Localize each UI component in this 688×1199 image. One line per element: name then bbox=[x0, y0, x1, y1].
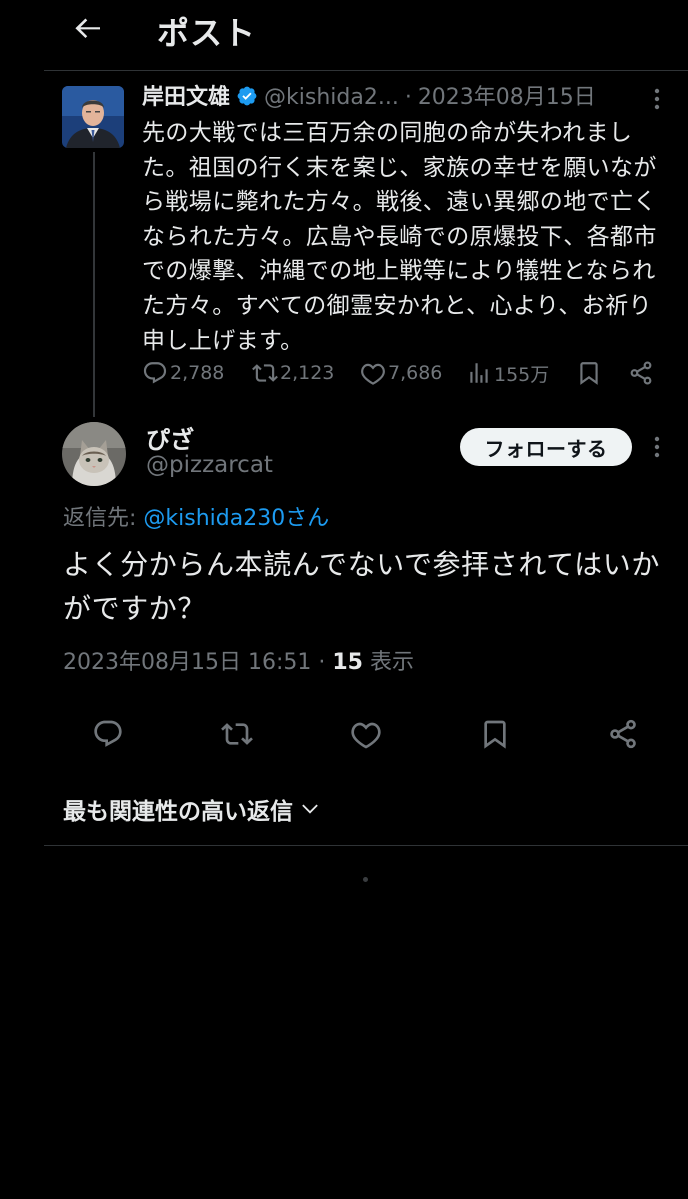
avatar-pizzarcat[interactable] bbox=[62, 422, 126, 486]
reply-to-line: 返信先: @kishida230さん bbox=[63, 500, 329, 532]
share-icon bbox=[630, 361, 652, 385]
reply-timestamp[interactable]: 2023年08月15日 16:51 bbox=[63, 650, 311, 675]
bookmark-icon bbox=[580, 362, 598, 385]
share-button[interactable] bbox=[628, 356, 656, 390]
reply-to-link[interactable]: @kishida230さん bbox=[143, 506, 329, 531]
author-handle[interactable]: @kishida2... bbox=[264, 85, 399, 110]
bookmark-button[interactable] bbox=[475, 714, 515, 754]
repost-button[interactable] bbox=[217, 714, 257, 754]
tweet-date[interactable]: 2023年08月15日 bbox=[418, 85, 596, 110]
avatar-kishida[interactable] bbox=[62, 86, 124, 148]
reply-button[interactable]: 2,788 bbox=[142, 356, 224, 390]
separator-dot: · bbox=[318, 650, 326, 675]
follow-button[interactable]: フォローする bbox=[460, 428, 632, 466]
repost-icon bbox=[252, 364, 278, 382]
repost-button[interactable]: 2,123 bbox=[252, 356, 334, 390]
reply-button[interactable] bbox=[88, 714, 128, 754]
arrow-left-icon bbox=[75, 18, 100, 39]
reply-author-handle[interactable]: @pizzarcat bbox=[146, 452, 273, 478]
bar-chart-icon bbox=[470, 363, 488, 383]
view-count: 155万 bbox=[494, 363, 550, 386]
thread-connector-line bbox=[93, 152, 95, 417]
share-icon bbox=[610, 719, 636, 749]
original-tweet-header: 岸田文雄 @kishida2... · 2023年08月15日 bbox=[142, 82, 672, 114]
reply-author-name[interactable]: ぴざ bbox=[146, 420, 194, 455]
reply-to-label: 返信先: bbox=[63, 506, 137, 531]
more-vertical-icon bbox=[654, 436, 660, 458]
reply-count: 2,788 bbox=[170, 362, 225, 384]
more-options-button[interactable] bbox=[650, 86, 664, 112]
repost-icon bbox=[221, 723, 253, 745]
replies-sort-label: 最も関連性の高い返信 bbox=[63, 799, 293, 825]
top-bar: ポスト bbox=[0, 0, 688, 56]
like-button[interactable] bbox=[346, 714, 386, 754]
original-tweet-text: 先の大戦では三百万余の同胞の命が失われました。祖国の行く末を案じ、家族の幸せを願… bbox=[142, 120, 657, 354]
speech-bubble-icon bbox=[143, 362, 167, 384]
divider bbox=[44, 845, 688, 846]
reply-more-options-button[interactable] bbox=[650, 434, 664, 460]
back-button[interactable] bbox=[70, 10, 106, 46]
replies-sort-dropdown[interactable]: 最も関連性の高い返信 bbox=[63, 792, 321, 826]
heart-icon bbox=[351, 722, 381, 749]
reply-tweet-text: よく分からん本読んでないで参拝されてはいかがですか？ bbox=[63, 548, 660, 625]
reply-view-label: 表示 bbox=[370, 650, 415, 675]
share-button[interactable] bbox=[603, 714, 643, 754]
reply-tweet-actions bbox=[60, 714, 660, 754]
loading-indicator bbox=[363, 877, 368, 882]
chevron-down-icon bbox=[302, 804, 318, 814]
reply-view-count: 15 bbox=[332, 650, 363, 675]
original-tweet-actions: 2,788 2,123 7,686 155万 bbox=[142, 356, 670, 390]
repost-count: 2,123 bbox=[280, 362, 335, 384]
views-button[interactable]: 155万 bbox=[466, 356, 549, 390]
separator-dot: · bbox=[404, 85, 412, 110]
speech-bubble-icon bbox=[94, 720, 122, 747]
bookmark-icon bbox=[484, 720, 506, 749]
divider bbox=[44, 70, 688, 71]
reply-meta: 2023年08月15日 16:51 · 15 表示 bbox=[63, 644, 414, 676]
heart-icon bbox=[361, 363, 385, 385]
like-button[interactable]: 7,686 bbox=[360, 356, 442, 390]
page-title: ポスト bbox=[157, 14, 257, 52]
more-vertical-icon bbox=[654, 88, 660, 110]
author-name[interactable]: 岸田文雄 bbox=[142, 85, 230, 110]
like-count: 7,686 bbox=[388, 362, 443, 384]
verified-badge-icon bbox=[237, 86, 257, 106]
bookmark-button[interactable] bbox=[576, 356, 604, 390]
